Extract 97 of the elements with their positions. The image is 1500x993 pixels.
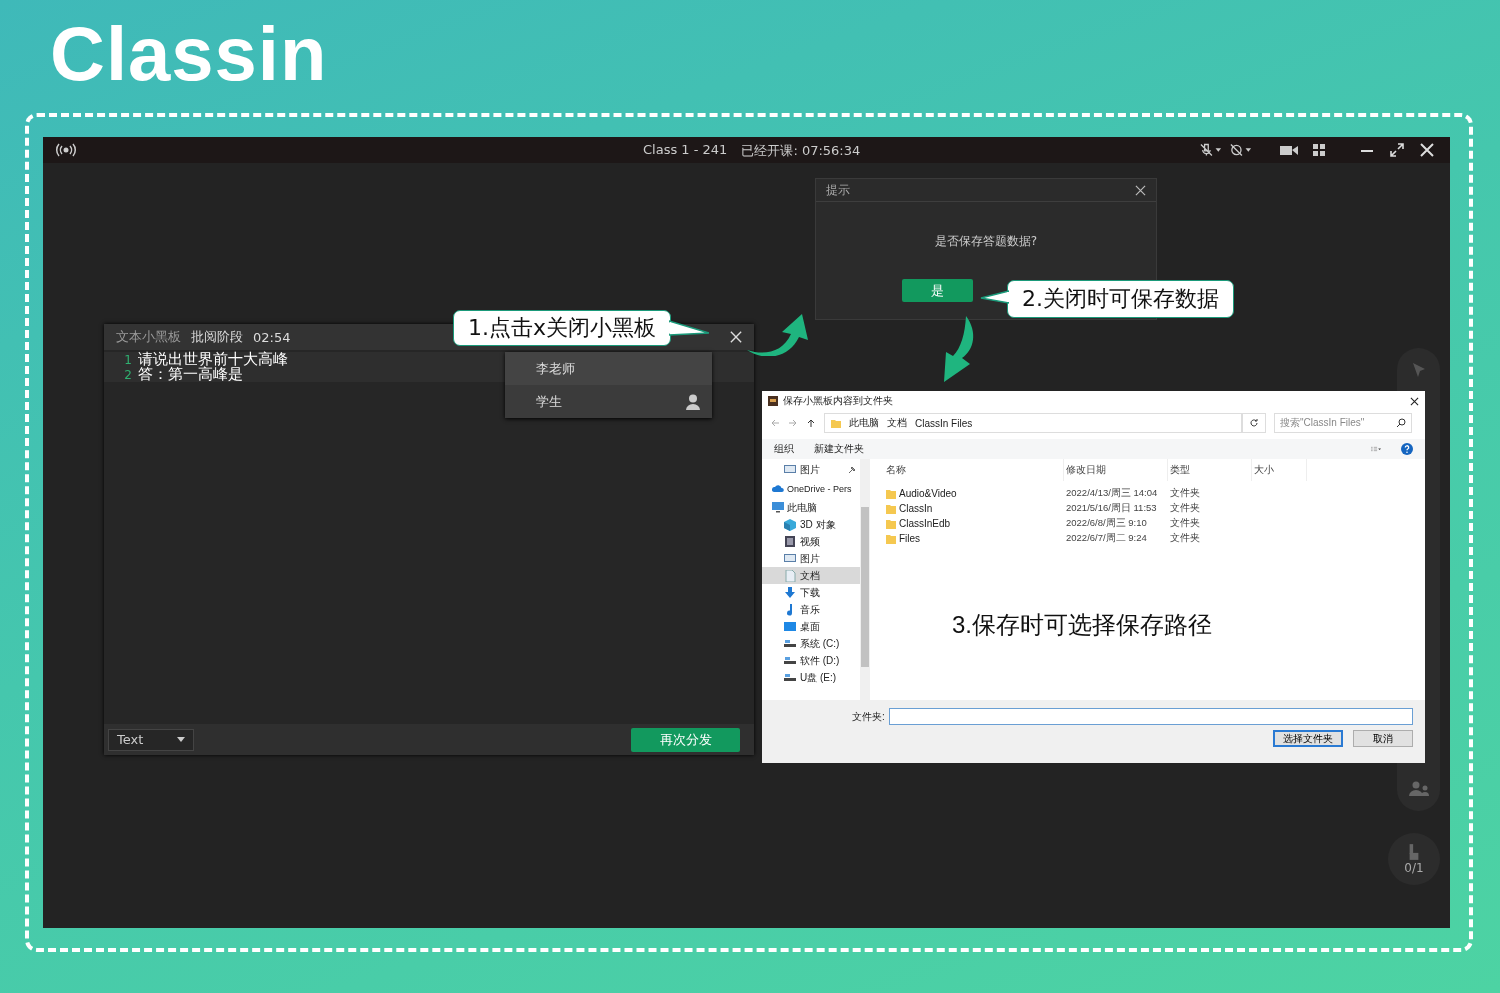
- refresh-icon: [1249, 418, 1259, 428]
- table-cell-text: 2022/4/13/周三 14:04: [1065, 487, 1159, 500]
- cloud-icon: [772, 482, 784, 495]
- people-icon[interactable]: [1407, 781, 1430, 797]
- monitor-icon: [784, 620, 796, 633]
- folder-field[interactable]: [888, 708, 1413, 725]
- file-row[interactable]: Files: [884, 533, 1064, 544]
- column-header[interactable]: 大小: [1252, 459, 1307, 481]
- class-timer: 已经开课: 07:56:34: [741, 142, 861, 160]
- dialog-message: 是否保存答题数据?: [933, 233, 1039, 250]
- cube-icon: [784, 518, 796, 531]
- panel-title: 文本小黑板: [116, 328, 181, 346]
- folder-icon: [886, 518, 896, 529]
- download-icon: [784, 586, 796, 599]
- up-arrow-icon[interactable]: [806, 418, 816, 428]
- hand-raise-button[interactable]: 0/1: [1388, 833, 1440, 885]
- student-list-item[interactable]: 学生: [505, 385, 712, 418]
- table-cell-text: 文件夹: [1169, 487, 1201, 500]
- muted-microphone-icon[interactable]: [1200, 143, 1222, 157]
- curved-arrow-icon: [745, 314, 810, 356]
- format-dropdown[interactable]: Text: [108, 728, 194, 751]
- callout-tail-icon: [669, 319, 709, 339]
- toolbar-button[interactable]: 新建文件夹: [814, 442, 864, 456]
- line-text: 请说出世界前十大高峰: [138, 352, 288, 367]
- drive-icon: [784, 637, 796, 650]
- navigation-item[interactable]: 视频: [762, 533, 860, 550]
- table-cell-text: 2022/6/7/周二 9:24: [1065, 532, 1148, 545]
- camera-icon[interactable]: [1278, 143, 1300, 157]
- search-field[interactable]: 搜索"ClassIn Files": [1274, 413, 1412, 433]
- close-icon[interactable]: [1410, 396, 1419, 406]
- navigation-item[interactable]: U盘 (E:): [762, 669, 860, 686]
- help-icon[interactable]: [1401, 443, 1413, 455]
- broadcast-icon[interactable]: [55, 143, 77, 157]
- navigation-item[interactable]: OneDrive - Pers: [762, 480, 860, 497]
- muted-speaker-icon[interactable]: [1230, 143, 1252, 157]
- drive-icon: [784, 654, 796, 667]
- navigation-item[interactable]: 3D 对象: [762, 516, 860, 533]
- film-icon: [784, 535, 796, 548]
- line-number: 1: [123, 352, 133, 367]
- table-cell-text: 2022/6/8/周三 9:10: [1065, 517, 1148, 530]
- breadcrumb-item[interactable]: ClassIn Files: [915, 417, 973, 429]
- app-icon: [768, 396, 778, 406]
- field-label: 文件夹:: [852, 709, 885, 724]
- file-row[interactable]: ClassInEdb: [884, 518, 1064, 529]
- document-icon: [784, 569, 796, 582]
- refresh-button[interactable]: [1242, 413, 1266, 433]
- stage-label: 批阅阶段: [191, 328, 243, 346]
- table-cell-text: 文件夹: [1169, 517, 1201, 530]
- breadcrumb-item[interactable]: 此电脑: [849, 416, 879, 430]
- breadcrumb-item[interactable]: 文档: [887, 416, 907, 430]
- drive-icon: [784, 671, 796, 684]
- search-icon: [1396, 418, 1406, 428]
- column-header[interactable]: 名称: [884, 459, 1064, 481]
- callout-tail-icon: [979, 287, 1009, 307]
- folder-icon: [886, 503, 896, 514]
- dialog-title: 保存小黑板内容到文件夹: [783, 394, 894, 408]
- line-number: 2: [123, 367, 133, 382]
- folder-icon: [886, 533, 896, 544]
- image-icon: [784, 463, 796, 476]
- dialog-title: 提示: [826, 181, 850, 199]
- table-cell-text: 文件夹: [1169, 532, 1201, 545]
- confirm-button[interactable]: 是: [902, 279, 973, 302]
- student-list-item[interactable]: 李老师: [505, 352, 712, 385]
- cancel-button[interactable]: 取消: [1353, 730, 1413, 747]
- pin-icon: [848, 465, 856, 474]
- file-row[interactable]: ClassIn: [884, 503, 1064, 514]
- navigation-item[interactable]: 软件 (D:): [762, 652, 860, 669]
- navigation-item[interactable]: 桌面: [762, 618, 860, 635]
- column-header[interactable]: 类型: [1168, 459, 1252, 481]
- table-cell-text: 文件夹: [1169, 502, 1201, 515]
- column-header[interactable]: 修改日期: [1064, 459, 1168, 481]
- image-icon: [784, 552, 796, 565]
- select-folder-button[interactable]: 选择文件夹: [1273, 730, 1343, 747]
- person-icon: [686, 393, 700, 410]
- folder-icon: [886, 488, 896, 499]
- toolbar-button[interactable]: 组织: [774, 442, 794, 456]
- table-cell-text: 2021/5/16/周日 11:53: [1065, 502, 1158, 515]
- file-row[interactable]: Audio&Video: [884, 488, 1064, 499]
- navigation-item[interactable]: 下载: [762, 584, 860, 601]
- caret-icon: [177, 737, 185, 742]
- navigation-item[interactable]: 图片: [762, 550, 860, 567]
- navigation-item[interactable]: 图片: [762, 461, 860, 478]
- navigation-item[interactable]: 系统 (C:): [762, 635, 860, 652]
- redistribute-button[interactable]: 再次分发: [631, 727, 740, 752]
- navigation-item[interactable]: 音乐: [762, 601, 860, 618]
- computer-icon: [772, 501, 784, 514]
- line-text: 答：第一高峰是: [138, 367, 243, 382]
- navigation-item[interactable]: 此电脑: [762, 499, 860, 516]
- address-bar[interactable]: 此电脑 文档 ClassIn Files: [824, 413, 1242, 433]
- folder-icon: [831, 418, 841, 428]
- annotation-text: 3.保存时可选择保存路径: [952, 610, 1212, 640]
- navigation-item[interactable]: 文档: [762, 567, 860, 584]
- countdown-timer: 02:54: [253, 329, 291, 345]
- class-title: Class 1 - 241: [643, 142, 728, 159]
- scrollbar[interactable]: [860, 459, 870, 700]
- close-icon[interactable]: [1135, 184, 1146, 196]
- logo: Classin: [50, 10, 328, 97]
